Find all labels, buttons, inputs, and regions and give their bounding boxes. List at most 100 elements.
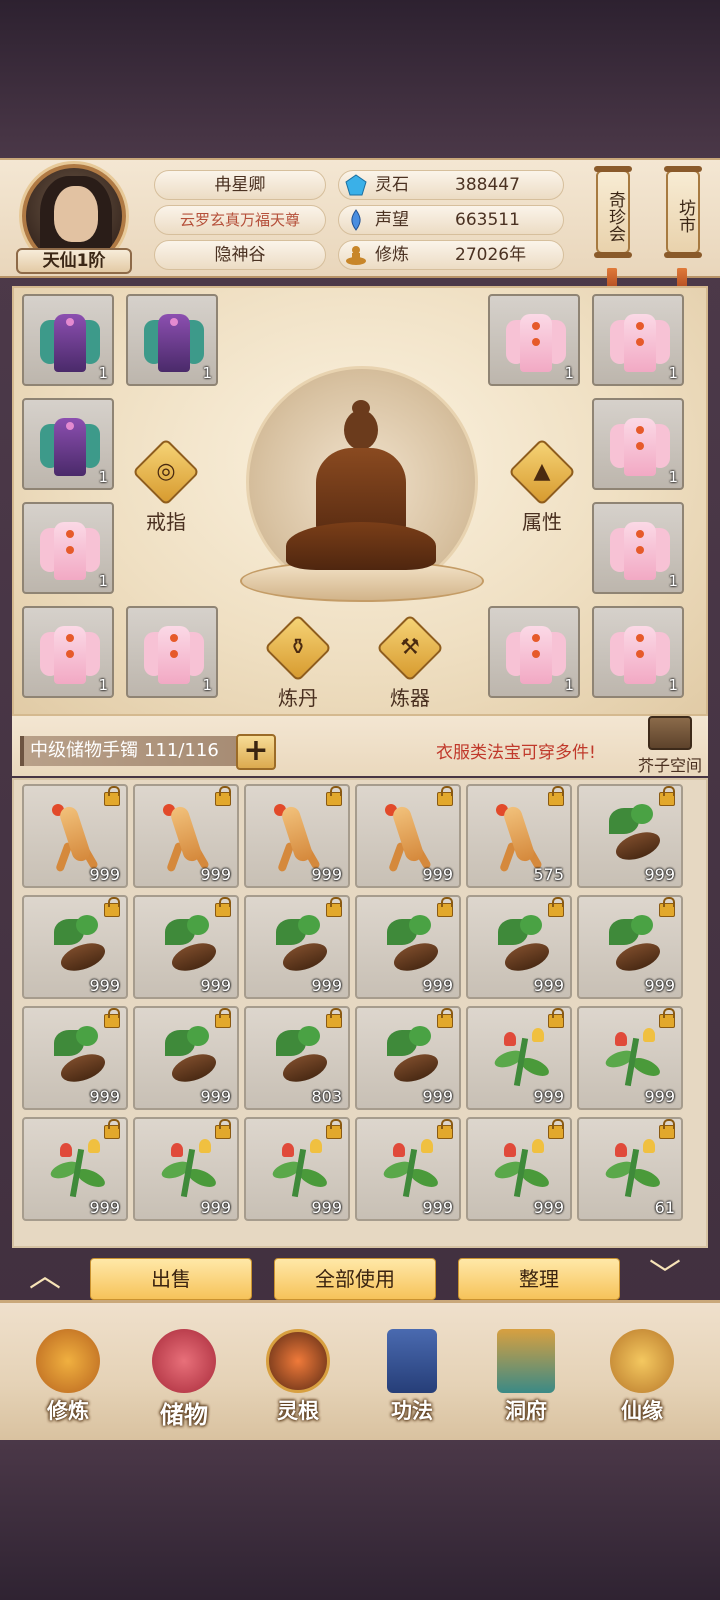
lock-icon[interactable] (326, 897, 342, 917)
lock-icon[interactable] (326, 786, 342, 806)
lock-icon[interactable] (548, 786, 564, 806)
inventory-cell[interactable]: 999 (22, 895, 128, 999)
market-button[interactable]: 坊市 (664, 166, 702, 258)
stat-label: 声望 (375, 210, 409, 230)
treasure-hall-button[interactable]: 奇珍会 (594, 166, 632, 258)
inventory-cell[interactable]: 803 (244, 1006, 350, 1110)
inventory-cell[interactable]: 999 (22, 1117, 128, 1221)
nav-technique[interactable]: 功法 (362, 1329, 462, 1439)
lock-icon[interactable] (215, 897, 231, 917)
inventory-cell[interactable]: 575 (466, 784, 572, 888)
equip-slot[interactable]: 1 (126, 606, 218, 698)
use-all-button[interactable]: 全部使用 (274, 1258, 436, 1300)
forging-button[interactable]: ⚒ 炼器 (370, 614, 450, 711)
lock-icon[interactable] (104, 897, 120, 917)
ring-button[interactable]: ◎ 戒指 (126, 438, 206, 535)
pink-robe-icon (40, 620, 100, 686)
sort-button[interactable]: 整理 (458, 1258, 620, 1300)
equip-slot[interactable]: 1 (126, 294, 218, 386)
inventory-cell[interactable]: 999 (244, 895, 350, 999)
item-quantity: 999 (200, 1087, 231, 1106)
equipment-panel: 1 1 1 1 1 1 1 1 1 1 1 1 ◎ 戒指 ▲ 属性 ⚱ 炼丹 ⚒… (12, 286, 708, 716)
equip-slot[interactable]: 1 (22, 502, 114, 594)
inventory-cell[interactable]: 999 (355, 1117, 461, 1221)
lock-icon[interactable] (437, 1008, 453, 1028)
pink-robe-icon (144, 620, 204, 686)
inventory-cell[interactable]: 999 (133, 1006, 239, 1110)
equip-slot[interactable]: 1 (592, 606, 684, 698)
equip-slot[interactable]: 1 (488, 294, 580, 386)
inventory-cell[interactable]: 999 (355, 895, 461, 999)
lock-icon[interactable] (104, 786, 120, 806)
equip-slot[interactable]: 1 (22, 294, 114, 386)
lock-icon[interactable] (215, 1119, 231, 1139)
nav-cave-mansion[interactable]: 洞府 (476, 1329, 576, 1439)
equip-slot[interactable]: 1 (488, 606, 580, 698)
inventory-cell[interactable]: 999 (133, 784, 239, 888)
inventory-cell[interactable]: 999 (244, 1117, 350, 1221)
slot-count: 1 (668, 676, 678, 694)
attributes-label: 属性 (522, 510, 562, 534)
inventory-cell[interactable]: 999 (355, 1006, 461, 1110)
lock-icon[interactable] (437, 786, 453, 806)
attributes-button[interactable]: ▲ 属性 (502, 438, 582, 535)
inventory-cell[interactable]: 61 (577, 1117, 683, 1221)
item-quantity: 999 (200, 976, 231, 995)
item-quantity: 999 (644, 1087, 675, 1106)
equip-slot[interactable]: 1 (592, 398, 684, 490)
item-quantity: 999 (200, 1198, 231, 1217)
lock-icon[interactable] (104, 1008, 120, 1028)
nav-cultivate[interactable]: 修炼 (18, 1329, 118, 1439)
inventory-cell[interactable]: 999 (577, 895, 683, 999)
cultivation-icon (346, 246, 366, 265)
inventory-cell[interactable]: 999 (577, 784, 683, 888)
inventory-cell[interactable]: 999 (466, 895, 572, 999)
inventory-cell[interactable]: 999 (355, 784, 461, 888)
alchemy-label: 炼丹 (278, 686, 318, 710)
lock-icon[interactable] (326, 1119, 342, 1139)
bottom-backdrop (0, 1440, 720, 1600)
lock-icon[interactable] (659, 1119, 675, 1139)
equip-slot[interactable]: 1 (592, 294, 684, 386)
inventory-cell[interactable]: 999 (133, 895, 239, 999)
spirit-stone-icon (345, 174, 367, 196)
scroll-down-arrow-icon[interactable]: ﹀ (642, 1259, 688, 1291)
cultivate-icon (36, 1329, 100, 1393)
inventory-cell[interactable]: 999 (22, 784, 128, 888)
stat-prestige: 声望 663511 (338, 205, 564, 235)
inventory-cell[interactable]: 999 (466, 1117, 572, 1221)
bag-capacity: 111/116 (144, 740, 219, 761)
equip-slot[interactable]: 1 (22, 398, 114, 490)
lock-icon[interactable] (326, 1008, 342, 1028)
sell-button[interactable]: 出售 (90, 1258, 252, 1300)
lock-icon[interactable] (437, 1119, 453, 1139)
lock-icon[interactable] (548, 1119, 564, 1139)
nav-spirit-root[interactable]: 灵根 (248, 1329, 348, 1439)
alchemy-button[interactable]: ⚱ 炼丹 (258, 614, 338, 711)
inventory-cell[interactable]: 999 (244, 784, 350, 888)
lock-icon[interactable] (215, 1008, 231, 1028)
inventory-cell[interactable]: 999 (466, 1006, 572, 1110)
nav-fate[interactable]: 仙缘 (592, 1329, 692, 1439)
lock-icon[interactable] (104, 1119, 120, 1139)
equip-slot[interactable]: 1 (592, 502, 684, 594)
item-quantity: 999 (644, 865, 675, 884)
scroll-up-arrow-icon[interactable]: ︿ (22, 1259, 68, 1291)
chest-icon (648, 716, 692, 750)
lock-icon[interactable] (215, 786, 231, 806)
nav-storage[interactable]: 储物 (134, 1329, 234, 1439)
lock-icon[interactable] (548, 1008, 564, 1028)
lock-icon[interactable] (437, 897, 453, 917)
inventory-cell[interactable]: 999 (577, 1006, 683, 1110)
lock-icon[interactable] (659, 897, 675, 917)
equip-slot[interactable]: 1 (22, 606, 114, 698)
lock-icon[interactable] (548, 897, 564, 917)
inventory-cell[interactable]: 999 (133, 1117, 239, 1221)
lock-icon[interactable] (659, 786, 675, 806)
expand-bag-button[interactable]: + (236, 734, 276, 770)
inventory-cell[interactable]: 999 (22, 1006, 128, 1110)
ring-icon: ◎ (156, 459, 176, 484)
slot-count: 1 (564, 676, 574, 694)
mustard-space-button[interactable]: 芥子空间 (634, 716, 706, 776)
lock-icon[interactable] (659, 1008, 675, 1028)
